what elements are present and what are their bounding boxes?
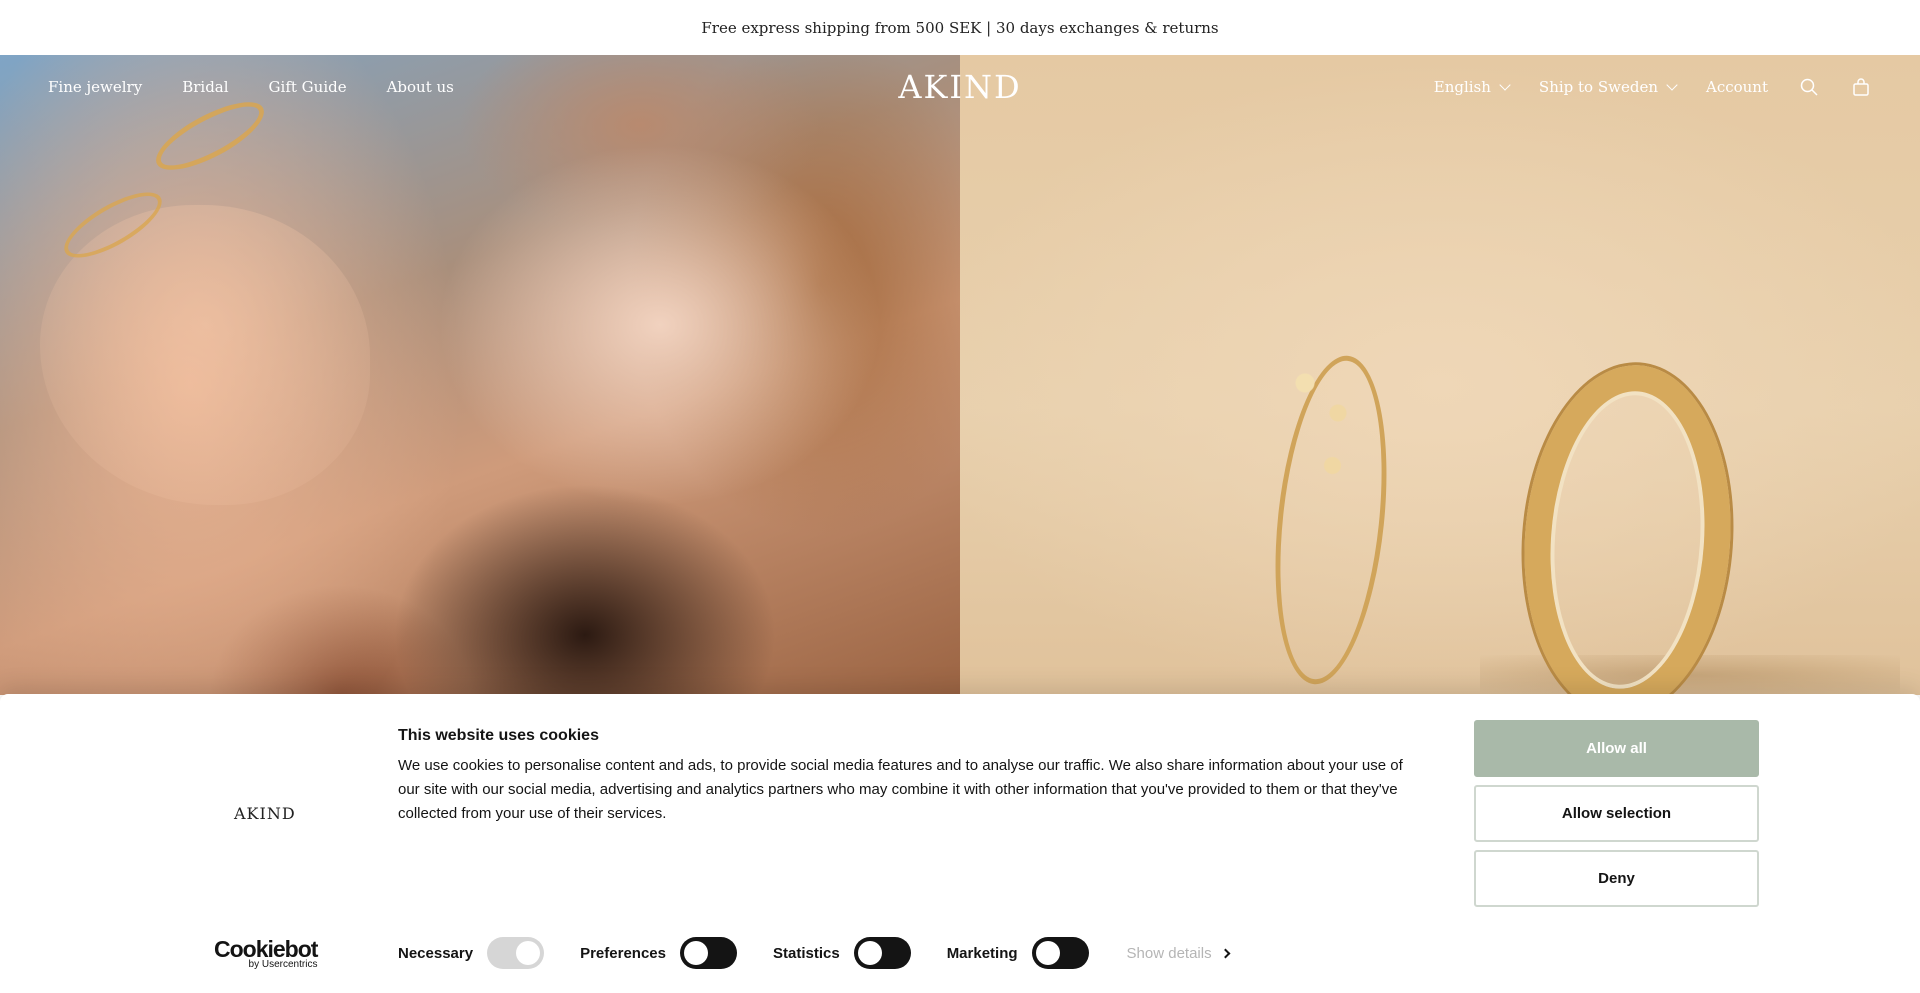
utility-nav: English Ship to Sweden Account (1434, 55, 1872, 119)
switch-knob (857, 941, 882, 965)
deny-button[interactable]: Deny (1474, 850, 1759, 907)
cookie-consent-banner: AKIND This website uses cookies We use c… (0, 694, 1920, 993)
toggle-preferences: Preferences (580, 937, 737, 969)
show-details-link[interactable]: Show details (1126, 944, 1231, 962)
cookiebot-wordmark: Cookiebot (214, 936, 318, 962)
account-link[interactable]: Account (1706, 78, 1768, 96)
show-details-label: Show details (1126, 944, 1212, 962)
necessary-switch (487, 937, 545, 969)
bag-icon[interactable] (1850, 76, 1872, 98)
allow-all-button[interactable]: Allow all (1474, 720, 1759, 777)
statistics-switch[interactable] (853, 937, 911, 969)
toggle-statistics: Statistics (773, 937, 911, 969)
nav-bridal[interactable]: Bridal (182, 78, 228, 96)
hero-image-model[interactable] (0, 55, 960, 695)
switch-knob (1035, 941, 1060, 965)
language-selector[interactable]: English (1433, 78, 1511, 96)
switch-knob (516, 941, 541, 965)
ship-to-selector[interactable]: Ship to Sweden (1538, 78, 1678, 96)
toggle-necessary: Necessary (398, 937, 545, 969)
announcement-text: Free express shipping from 500 SEK | 30 … (701, 18, 1219, 37)
marketing-switch[interactable] (1031, 937, 1089, 969)
toggle-label-preferences: Preferences (580, 944, 666, 962)
cookie-brand-logo: AKIND (234, 804, 296, 823)
ship-to-label: Ship to Sweden (1538, 78, 1658, 96)
chevron-down-icon (1666, 79, 1678, 91)
cookie-title: This website uses cookies (398, 727, 599, 744)
chevron-right-icon (1220, 948, 1231, 958)
site-logo[interactable]: AKIND (898, 55, 1021, 119)
primary-nav: Fine jewelry Bridal Gift Guide About us (48, 55, 454, 119)
preferences-switch[interactable] (679, 937, 737, 969)
cookie-description: We use cookies to personalise content an… (398, 757, 1403, 822)
nav-fine-jewelry[interactable]: Fine jewelry (48, 78, 142, 96)
eternity-ring (1513, 358, 1742, 695)
announcement-bar: Free express shipping from 500 SEK | 30 … (0, 0, 1920, 55)
nav-gift-guide[interactable]: Gift Guide (269, 78, 347, 96)
nav-about-us[interactable]: About us (387, 78, 454, 96)
consent-toggles: Necessary Preferences Statistics Marketi… (398, 937, 1231, 969)
switch-knob (683, 941, 708, 965)
language-label: English (1433, 78, 1491, 96)
cluster-ring-stones (1272, 353, 1382, 503)
chevron-down-icon (1499, 79, 1511, 91)
toggle-marketing: Marketing (947, 937, 1089, 969)
toggle-label-statistics: Statistics (772, 944, 840, 962)
hero-image-rings[interactable] (960, 55, 1920, 695)
hero-banner[interactable] (0, 55, 1920, 695)
cookiebot-logo[interactable]: Cookiebot by Usercentrics (214, 936, 318, 971)
search-icon[interactable] (1798, 76, 1820, 98)
allow-selection-button[interactable]: Allow selection (1474, 785, 1759, 842)
toggle-label-necessary: Necessary (398, 944, 474, 962)
toggle-label-marketing: Marketing (946, 944, 1018, 962)
